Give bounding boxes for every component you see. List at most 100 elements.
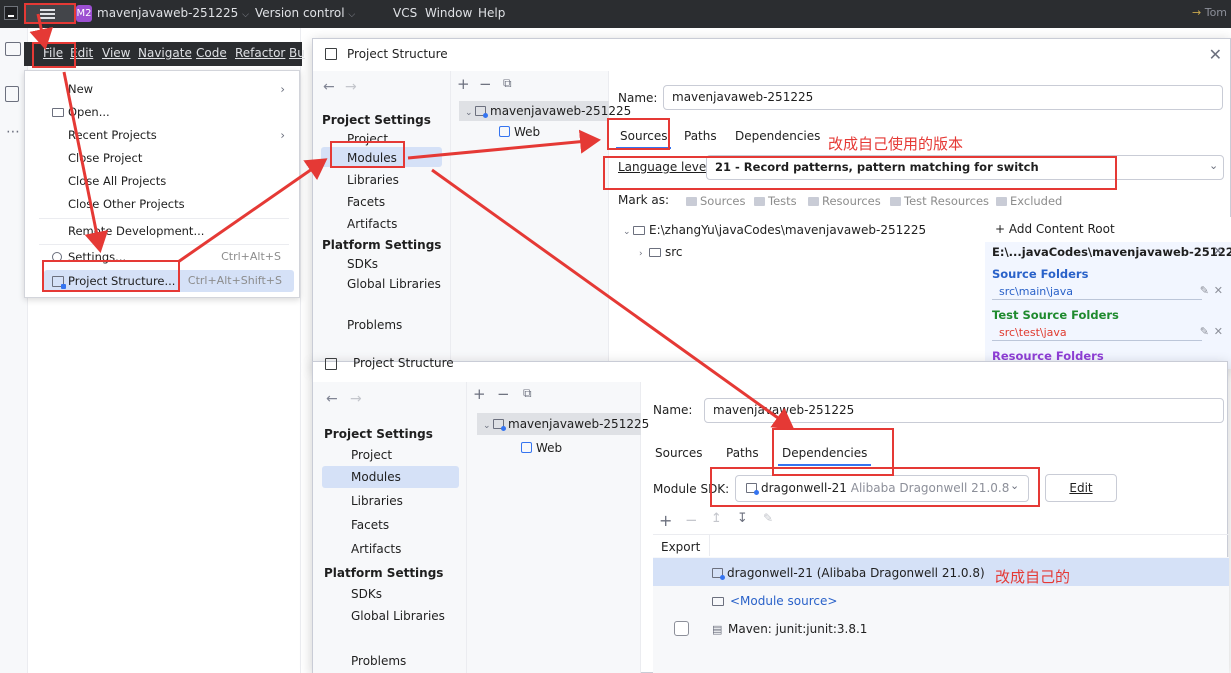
nav-libraries[interactable]: Libraries xyxy=(347,173,399,187)
menu-build[interactable]: Bu xyxy=(289,46,305,60)
source-folder-path[interactable]: src\main\java xyxy=(999,285,1073,298)
tab-dependencies[interactable]: Dependencies xyxy=(735,129,820,143)
add-dependency-icon[interactable]: + xyxy=(659,511,672,530)
nav-artifacts[interactable]: Artifacts xyxy=(351,542,401,556)
remove-root-icon[interactable]: ✕ xyxy=(1213,244,1223,258)
version-control-menu[interactable]: Version control ⌵ xyxy=(255,6,355,20)
dependency-junit[interactable]: ▤ Maven: junit:junit:3.8.1 xyxy=(712,622,867,636)
annotation-text-own: 改成自己的 xyxy=(995,568,1071,586)
web-facet-tree-item[interactable]: Web xyxy=(521,441,562,455)
add-content-root-button[interactable]: + Add Content Root xyxy=(995,222,1115,236)
move-down-icon[interactable]: ↧ xyxy=(737,511,748,526)
edit-pencil-icon[interactable]: ✎ xyxy=(1200,325,1209,338)
nav-sdks[interactable]: SDKs xyxy=(347,257,378,271)
web-facet-tree-item[interactable]: Web xyxy=(499,125,540,139)
module-name-field[interactable]: mavenjavaweb-251225 xyxy=(704,398,1224,423)
remove-folder-icon[interactable]: ✕ xyxy=(1214,325,1223,338)
mark-as-excluded[interactable]: Excluded xyxy=(996,194,1062,208)
menu-vcs[interactable]: VCS xyxy=(393,6,417,20)
copy-icon[interactable]: ⧉ xyxy=(503,76,512,91)
menu-item-open[interactable]: Open... xyxy=(25,101,299,123)
module-tree-item[interactable]: ⌄ mavenjavaweb-251225 xyxy=(483,417,649,431)
nav-problems[interactable]: Problems xyxy=(347,318,402,332)
module-name-field[interactable]: mavenjavaweb-251225 xyxy=(663,85,1223,110)
menu-window[interactable]: Window xyxy=(425,6,472,20)
export-column-header: Export xyxy=(661,540,701,554)
source-folders-header: Source Folders xyxy=(992,267,1089,281)
annotation-box-project-structure xyxy=(42,260,180,292)
content-root-details: E:\...javaCodes\mavenjavaweb-251225 ✕ So… xyxy=(985,242,1231,369)
more-tools-icon[interactable]: ⋯ xyxy=(6,124,20,140)
menu-item-new[interactable]: New › xyxy=(25,78,299,100)
test-source-folder-path[interactable]: src\test\java xyxy=(999,326,1067,339)
run-config-stub[interactable]: → Tom xyxy=(1192,6,1227,19)
nav-sdks[interactable]: SDKs xyxy=(351,587,382,601)
edit-pencil-icon[interactable]: ✎ xyxy=(1200,284,1209,297)
menu-item-close-other-projects[interactable]: Close Other Projects xyxy=(25,193,299,215)
main-menu-button[interactable] xyxy=(24,3,76,24)
move-up-icon[interactable]: ↥ xyxy=(711,511,722,526)
tab-paths[interactable]: Paths xyxy=(726,446,759,460)
project-tool-icon[interactable] xyxy=(5,42,21,56)
nav-modules[interactable]: Modules xyxy=(351,470,401,484)
back-arrow-icon[interactable]: ← xyxy=(323,79,335,95)
nav-problems[interactable]: Problems xyxy=(351,654,406,668)
remove-icon[interactable]: − xyxy=(497,385,510,403)
remove-folder-icon[interactable]: ✕ xyxy=(1214,284,1223,297)
menu-code[interactable]: Code xyxy=(196,46,227,60)
project-structure-icon xyxy=(325,358,337,370)
nav-global-libraries[interactable]: Global Libraries xyxy=(351,609,445,623)
table-divider xyxy=(653,534,1229,535)
column-divider xyxy=(709,534,710,556)
menu-navigate[interactable]: Navigate xyxy=(138,46,192,60)
folder-icon xyxy=(712,597,724,606)
menu-view[interactable]: View xyxy=(102,46,130,60)
menu-item-close-project[interactable]: Close Project xyxy=(25,147,299,169)
menu-item-close-all-projects[interactable]: Close All Projects xyxy=(25,170,299,192)
forward-arrow-icon[interactable]: → xyxy=(345,79,357,95)
dependency-sdk[interactable]: dragonwell-21 (Alibaba Dragonwell 21.0.8… xyxy=(712,566,985,580)
library-icon: ▤ xyxy=(712,623,723,636)
menu-item-remote-development[interactable]: Remote Development... xyxy=(25,220,299,242)
intellij-logo-icon xyxy=(4,6,18,20)
remove-icon[interactable]: − xyxy=(479,75,492,93)
mark-as-test-resources[interactable]: Test Resources xyxy=(890,194,989,208)
dependency-module-source[interactable]: <Module source> xyxy=(712,594,837,608)
remove-dependency-icon[interactable]: − xyxy=(685,511,698,529)
add-icon[interactable]: + xyxy=(473,385,486,403)
nav-global-libraries[interactable]: Global Libraries xyxy=(347,277,441,291)
nav-project[interactable]: Project xyxy=(351,448,392,462)
path-underline xyxy=(992,299,1202,300)
add-icon[interactable]: + xyxy=(457,75,470,93)
src-folder-tree-item[interactable]: › src xyxy=(639,245,683,259)
tab-sources[interactable]: Sources xyxy=(655,446,702,460)
annotation-box-file xyxy=(32,42,76,68)
sdk-icon xyxy=(712,568,725,580)
module-tree-pane: + − ⧉ ⌄ mavenjavaweb-251225 Web xyxy=(467,382,649,673)
web-icon xyxy=(499,126,510,137)
export-checkbox[interactable] xyxy=(674,621,689,636)
nav-facets[interactable]: Facets xyxy=(351,518,389,532)
project-switcher[interactable]: mavenjavaweb-251225 ⌵ xyxy=(97,6,249,20)
copy-icon[interactable]: ⧉ xyxy=(523,386,532,401)
close-icon[interactable]: ✕ xyxy=(1209,45,1222,64)
mark-as-resources[interactable]: Resources xyxy=(808,194,881,208)
content-root-tree-item[interactable]: ⌄ E:\zhangYu\javaCodes\mavenjavaweb-25122… xyxy=(623,223,926,237)
menu-refactor[interactable]: Refactor xyxy=(235,46,285,60)
forward-arrow-icon[interactable]: → xyxy=(350,391,362,407)
mark-as-tests[interactable]: Tests xyxy=(754,194,797,208)
name-label: Name: xyxy=(618,91,658,105)
mark-as-sources[interactable]: Sources xyxy=(686,194,746,208)
edit-dependency-icon[interactable]: ✎ xyxy=(763,511,773,525)
name-label: Name: xyxy=(653,403,693,417)
nav-artifacts[interactable]: Artifacts xyxy=(347,217,397,231)
tab-paths[interactable]: Paths xyxy=(684,129,717,143)
module-tree-item[interactable]: ⌄ mavenjavaweb-251225 xyxy=(465,104,631,118)
menu-item-recent-projects[interactable]: Recent Projects › xyxy=(25,124,299,146)
back-arrow-icon[interactable]: ← xyxy=(326,391,338,407)
nav-facets[interactable]: Facets xyxy=(347,195,385,209)
menu-help[interactable]: Help xyxy=(478,6,505,20)
nav-libraries[interactable]: Libraries xyxy=(351,494,403,508)
edit-sdk-button[interactable]: Edit xyxy=(1045,474,1117,502)
structure-tool-icon[interactable] xyxy=(5,86,19,102)
